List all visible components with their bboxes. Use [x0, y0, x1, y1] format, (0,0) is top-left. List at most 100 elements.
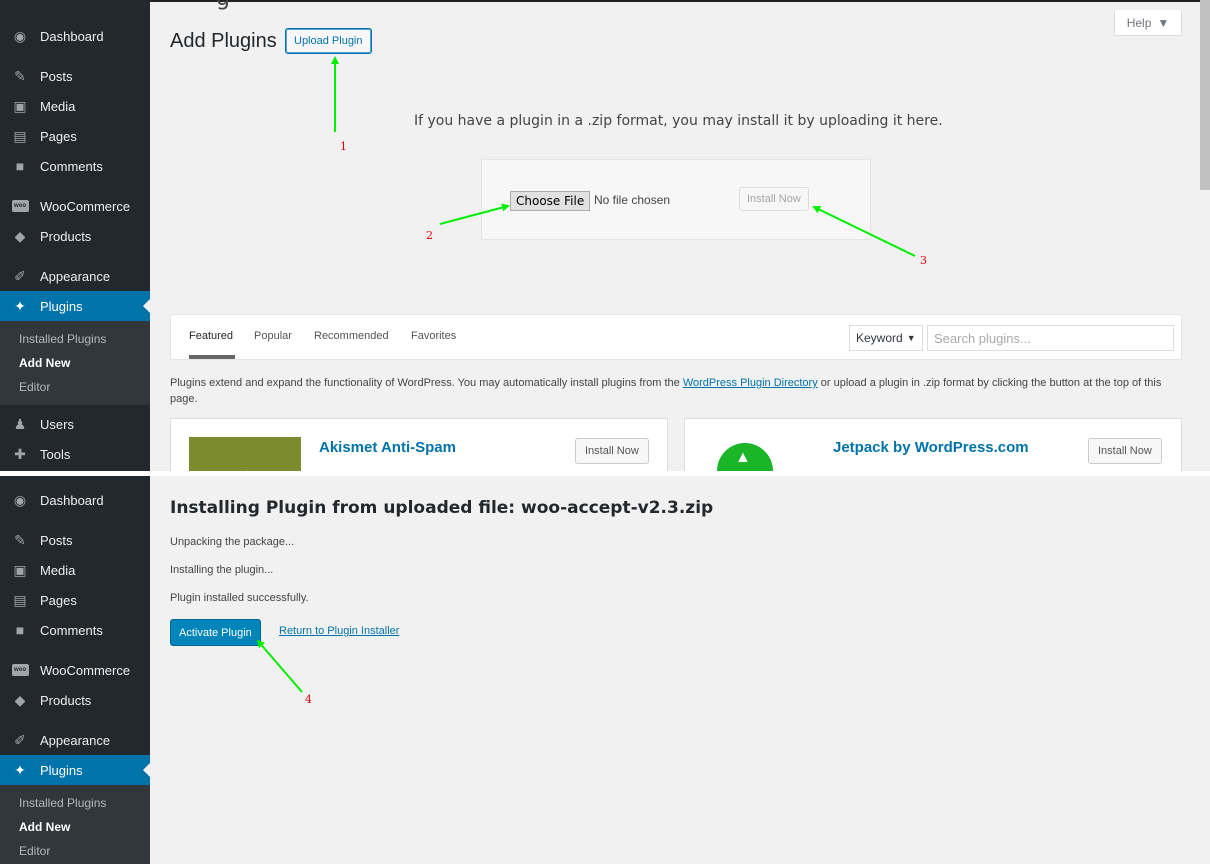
sidebar-item-products[interactable]: ◆ Products: [0, 685, 150, 715]
upload-plugin-button[interactable]: Upload Plugin: [285, 28, 372, 54]
plugin-filter-bar: Featured Popular Recommended Favorites K…: [170, 314, 1182, 360]
sidebar-item-media[interactable]: ▣ Media: [0, 555, 150, 585]
activate-plugin-button[interactable]: Activate Plugin: [170, 619, 261, 646]
jetpack-bolt-icon: ▲: [735, 449, 751, 466]
sidebar-item-label: Posts: [40, 68, 73, 84]
sidebar-item-label: Tools: [40, 446, 71, 462]
sidebar-item-label: Plugins: [40, 762, 83, 778]
tab-favorites[interactable]: Favorites: [411, 330, 456, 342]
sidebar-item-dashboard[interactable]: ◉ Dashboard: [0, 485, 150, 515]
sidebar-item-label: Appearance: [40, 732, 111, 748]
top-border: [150, 0, 1210, 2]
sidebar-item-plugins[interactable]: ✦ Plugins: [0, 755, 150, 785]
sidebar-item-products[interactable]: ◆ Products: [0, 221, 150, 251]
plugin-directory-link[interactable]: WordPress Plugin Directory: [683, 377, 818, 389]
pin-icon: ✎: [14, 67, 26, 84]
sidebar-item-label: WooCommerce: [40, 662, 131, 678]
products-icon: ◆: [14, 691, 26, 708]
sidebar-item-label: WooCommerce: [40, 198, 131, 214]
dashboard-icon: ◉: [13, 491, 27, 508]
page-title: Add Plugins: [170, 30, 277, 52]
pin-icon: ✎: [14, 531, 26, 548]
sidebar-item-label: Dashboard: [40, 28, 104, 44]
products-icon: ◆: [14, 227, 26, 244]
sidebar-item-label: Dashboard: [40, 492, 104, 508]
install-now-button[interactable]: Install Now: [1088, 438, 1162, 464]
plugin-icon: ✦: [14, 297, 26, 314]
plugins-submenu: Installed Plugins Add New Editor: [0, 321, 150, 405]
sidebar-item-label: Products: [40, 228, 92, 244]
jetpack-logo: ▲: [717, 443, 773, 471]
sidebar-item-label: Plugins: [40, 298, 83, 314]
paintbrush-icon: ✐: [14, 731, 26, 748]
sidebar-item-comments[interactable]: ■ Comments: [0, 615, 150, 645]
sidebar-item-appearance[interactable]: ✐ Appearance: [0, 725, 150, 755]
sidebar-item-dashboard[interactable]: ◉ Dashboard: [0, 21, 150, 51]
sidebar-item-label: Posts: [40, 532, 73, 548]
dashboard-icon: ◉: [13, 27, 27, 44]
media-icon: ▣: [13, 97, 27, 114]
choose-file-button[interactable]: Choose File: [510, 191, 591, 211]
sidebar-item-appearance[interactable]: ✐ Appearance: [0, 261, 150, 291]
woocommerce-icon: woo: [10, 200, 30, 212]
submenu-editor[interactable]: Editor: [0, 375, 150, 399]
wrench-icon: ✚: [14, 445, 26, 462]
installing-plugin-screen: ◉ Dashboard ✎ Posts ▣ Media ▤ Pages ■ Co…: [0, 476, 1210, 864]
sidebar-item-comments[interactable]: ■ Comments: [0, 151, 150, 181]
sidebar-item-tools[interactable]: ✚ Tools: [0, 439, 150, 469]
sidebar-item-label: Media: [40, 562, 76, 578]
return-to-plugin-installer-link[interactable]: Return to Plugin Installer: [279, 625, 399, 637]
sidebar-item-posts[interactable]: ✎ Posts: [0, 61, 150, 91]
plugin-card-jetpack: ▲ Jetpack by WordPress.com Install Now: [684, 418, 1182, 471]
tab-featured[interactable]: Featured: [189, 330, 233, 342]
sidebar-item-posts[interactable]: ✎ Posts: [0, 525, 150, 555]
caret-down-icon: ▼: [906, 333, 916, 343]
status-unpacking: Unpacking the package...: [170, 536, 295, 548]
comment-icon: ■: [15, 158, 25, 174]
sidebar-item-pages[interactable]: ▤ Pages: [0, 121, 150, 151]
media-icon: ▣: [13, 561, 27, 578]
scrollbar-thumb[interactable]: [1200, 0, 1210, 190]
users-icon: ♟: [13, 415, 27, 432]
sidebar-item-media[interactable]: ▣ Media: [0, 91, 150, 121]
sidebar-item-label: Pages: [40, 592, 77, 608]
plugin-card-title[interactable]: Jetpack by WordPress.com: [833, 439, 1029, 456]
sidebar-item-woocommerce[interactable]: woo WooCommerce: [0, 191, 150, 221]
help-label: Help: [1126, 15, 1152, 30]
install-now-button[interactable]: Install Now: [739, 187, 809, 211]
pages-icon: ▤: [13, 127, 27, 144]
submenu-installed-plugins[interactable]: Installed Plugins: [0, 791, 150, 815]
status-success: Plugin installed successfully.: [170, 592, 309, 604]
active-tab-indicator: [189, 355, 235, 359]
akismet-logo: ▲: [189, 437, 301, 471]
submenu-editor[interactable]: Editor: [0, 839, 150, 863]
submenu-add-new[interactable]: Add New: [0, 815, 150, 839]
search-type-value: Keyword: [856, 331, 903, 345]
plugins-submenu: Installed Plugins Add New Editor: [0, 785, 150, 864]
sidebar-item-woocommerce[interactable]: woo WooCommerce: [0, 655, 150, 685]
caret-down-icon: ▼: [1157, 15, 1170, 30]
plugin-card-title[interactable]: Akismet Anti-Spam: [319, 439, 456, 456]
search-type-select[interactable]: Keyword ▼: [849, 325, 923, 351]
admin-sidebar: ◉ Dashboard ✎ Posts ▣ Media ▤ Pages ■ Co…: [0, 476, 150, 864]
sidebar-item-label: Comments: [40, 158, 103, 174]
no-file-chosen-text: No file chosen: [594, 193, 671, 207]
help-tab[interactable]: Help ▼: [1114, 10, 1182, 36]
sidebar-item-plugins[interactable]: ✦ Plugins: [0, 291, 150, 321]
page-title: Installing Plugin from uploaded file: wo…: [170, 498, 714, 518]
submenu-installed-plugins[interactable]: Installed Plugins: [0, 327, 150, 351]
sidebar-item-label: Users: [40, 416, 74, 432]
tab-popular[interactable]: Popular: [254, 330, 292, 342]
cropped-caption: g: [216, 0, 230, 11]
submenu-add-new[interactable]: Add New: [0, 351, 150, 375]
sidebar-item-users[interactable]: ♟ Users: [0, 409, 150, 439]
install-now-button[interactable]: Install Now: [575, 438, 649, 464]
search-plugins-input[interactable]: [927, 325, 1174, 351]
woocommerce-icon: woo: [10, 664, 30, 676]
description-text: Plugins extend and expand the functional…: [170, 377, 683, 389]
sidebar-item-pages[interactable]: ▤ Pages: [0, 585, 150, 615]
sidebar-item-label: Products: [40, 692, 92, 708]
tab-recommended[interactable]: Recommended: [314, 330, 389, 342]
plugin-icon: ✦: [14, 761, 26, 778]
comment-icon: ■: [15, 622, 25, 638]
